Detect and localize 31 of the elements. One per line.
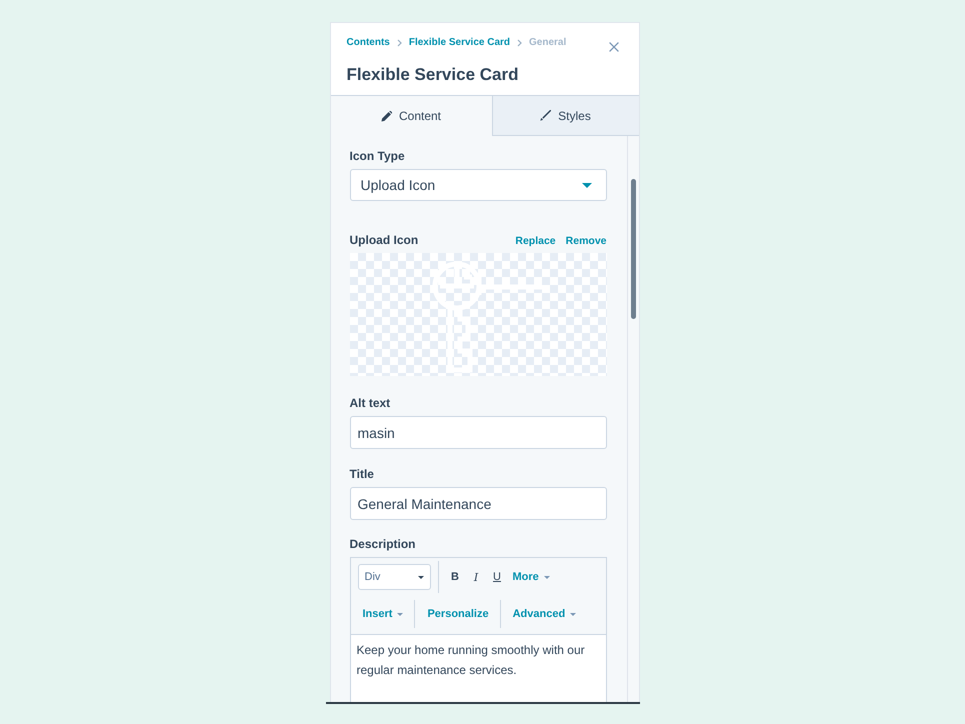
caret-icon (397, 612, 404, 616)
tab[interactable]: Content (330, 96, 492, 136)
pencil-icon (380, 110, 392, 122)
dropdown-select[interactable]: Upload Icon (350, 169, 606, 201)
caret-icon (544, 576, 550, 578)
field-label: Icon Type (350, 148, 406, 164)
caret-icon (570, 612, 576, 616)
underline-button[interactable]: U (486, 565, 508, 589)
italic-button[interactable]: I (466, 565, 486, 589)
breadcrumb-link[interactable]: Flexible Service Card (408, 35, 510, 50)
close-icon (608, 42, 618, 52)
description-text-area[interactable]: Keep your home running smoothly with our regular maintenance services. (350, 635, 606, 702)
tab[interactable]: Styles (492, 96, 638, 136)
breadcrumb-link[interactable]: Contents (346, 35, 390, 50)
chevron-icon (517, 38, 522, 46)
brush-icon (540, 110, 552, 121)
text-input[interactable]: masin (350, 416, 606, 449)
close-button[interactable] (608, 42, 618, 52)
bold-button[interactable]: B (444, 565, 466, 589)
chevron-icon (396, 38, 402, 46)
field-label: Title (350, 466, 375, 482)
panel-title: Flexible Service Card (346, 65, 520, 85)
scrollbar-thumb[interactable] (630, 179, 636, 319)
caret-icon (582, 182, 592, 188)
field-label: Upload Icon (350, 232, 418, 248)
field-label: Description (350, 536, 417, 552)
text-input[interactable]: General Maintenance (350, 487, 606, 520)
field-label: Alt text (350, 395, 392, 411)
breadcrumb-current: General (529, 36, 566, 50)
block-format-select[interactable]: Div (358, 564, 430, 590)
caret-icon (418, 576, 424, 578)
